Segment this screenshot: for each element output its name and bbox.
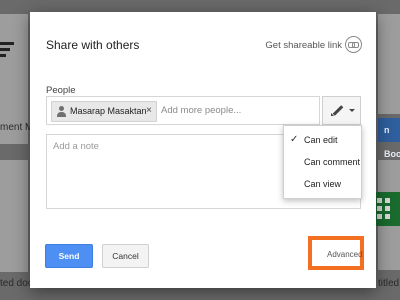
permission-menu: ✓ Can edit Can comment Can view: [283, 125, 362, 199]
cancel-button[interactable]: Cancel: [102, 244, 149, 268]
book-banner: n Book: [378, 118, 400, 159]
menu-item-label: Can view: [304, 179, 342, 189]
add-more-people-placeholder[interactable]: Add more people...: [161, 105, 241, 116]
get-shareable-link[interactable]: Get shareable link: [265, 40, 342, 51]
doc-thumbnail-right: [378, 14, 400, 114]
check-icon: ✓: [290, 134, 299, 145]
remove-chip-icon[interactable]: ×: [146, 105, 152, 116]
doc-thumbnail-left-bottom: [0, 160, 28, 272]
dialog-title: Share with others: [46, 38, 140, 52]
menu-item-label: Can edit: [304, 135, 338, 145]
menu-item-can-view[interactable]: Can view: [284, 174, 361, 194]
chevron-down-icon: [349, 109, 355, 112]
send-button[interactable]: Send: [45, 244, 93, 268]
sheet-title-right: titled s: [378, 278, 400, 289]
permission-dropdown-button[interactable]: [322, 96, 361, 125]
menu-item-can-comment[interactable]: Can comment: [284, 152, 361, 172]
doc-icon-bar: [0, 54, 6, 57]
link-icon[interactable]: [345, 36, 362, 53]
menu-item-can-edit[interactable]: ✓ Can edit: [284, 130, 361, 150]
people-input[interactable]: Masarap Masaktan × Add more people...: [46, 96, 320, 125]
pencil-icon: [332, 105, 344, 116]
person-chip: Masarap Masaktan ×: [51, 101, 157, 122]
person-icon: [56, 105, 67, 117]
sheets-icon: [373, 192, 400, 226]
menu-item-label: Can comment: [304, 157, 361, 167]
doc-icon-bar: [0, 42, 14, 45]
people-label: People: [46, 85, 76, 96]
doc-icon-bar: [0, 48, 10, 51]
chip-name: Masarap Masaktan: [70, 106, 147, 116]
advanced-link[interactable]: Advanced: [327, 250, 363, 259]
note-placeholder: Add a note: [53, 141, 99, 152]
